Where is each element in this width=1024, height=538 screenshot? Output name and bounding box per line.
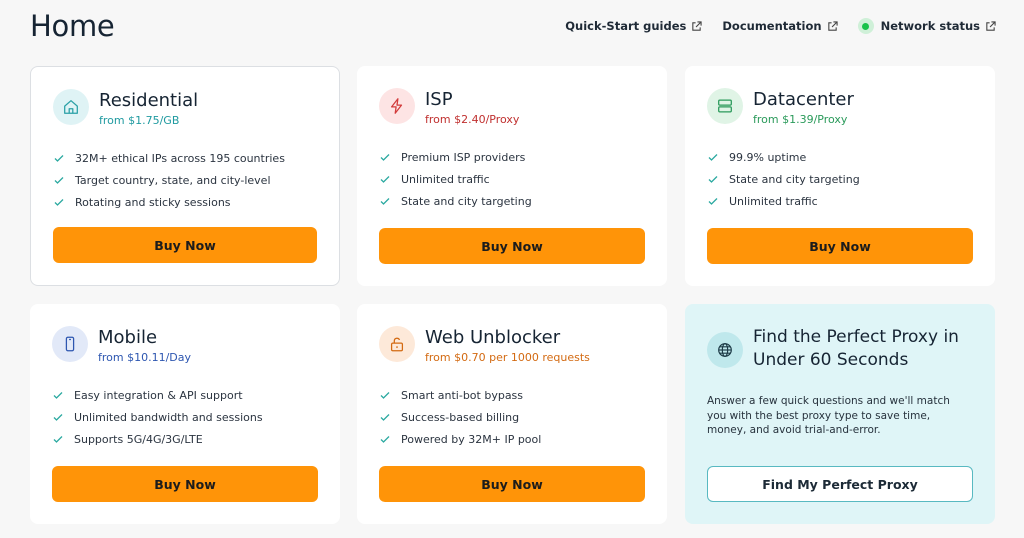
- page-header: Home Quick-Start guides Documentation Ne…: [30, 6, 996, 46]
- finder-title: Find the Perfect Proxy in Under 60 Secon…: [753, 327, 959, 370]
- card-title: Mobile: [98, 327, 158, 348]
- check-icon: [380, 176, 390, 183]
- list-item: Supports 5G/4G/3G/LTE: [52, 428, 318, 450]
- feature-list: Smart anti-bot bypass Success-based bill…: [379, 384, 645, 450]
- mobile-phone-icon-container: [52, 326, 88, 362]
- feature-list: Easy integration & API support Unlimited…: [52, 384, 318, 450]
- check-icon: [708, 154, 718, 161]
- quick-start-guides-label: Quick-Start guides: [565, 19, 687, 33]
- list-item: State and city targeting: [379, 190, 645, 212]
- check-icon: [380, 392, 390, 399]
- external-link-icon: [827, 20, 838, 31]
- check-icon: [708, 198, 718, 205]
- quick-start-guides-link[interactable]: Quick-Start guides: [565, 19, 703, 33]
- residential-buy-now-button[interactable]: Buy Now: [53, 227, 317, 263]
- residential-card: Residential from $1.75/GB 32M+ ethical I…: [30, 66, 340, 286]
- list-item: State and city targeting: [707, 168, 973, 190]
- unlock-icon-container: [379, 326, 415, 362]
- server-icon: [718, 99, 732, 113]
- lightning-icon-container: [379, 88, 415, 124]
- card-price: from $1.39/Proxy: [753, 113, 848, 126]
- documentation-link[interactable]: Documentation: [722, 19, 838, 33]
- list-item: Unlimited traffic: [707, 190, 973, 212]
- list-item: Premium ISP providers: [379, 146, 645, 168]
- mobile-card: Mobile from $10.11/Day Easy integration …: [30, 304, 340, 524]
- list-item: Smart anti-bot bypass: [379, 384, 645, 406]
- network-status-label: Network status: [880, 19, 980, 33]
- feature-list: 32M+ ethical IPs across 195 countries Ta…: [53, 147, 317, 213]
- check-icon: [54, 155, 64, 162]
- check-icon: [380, 198, 390, 205]
- external-link-icon: [986, 20, 996, 31]
- check-icon: [380, 436, 390, 443]
- mobile-buy-now-button[interactable]: Buy Now: [52, 466, 318, 502]
- find-my-perfect-proxy-button[interactable]: Find My Perfect Proxy: [707, 466, 973, 502]
- check-icon: [380, 154, 390, 161]
- datacenter-card: Datacenter from $1.39/Proxy 99.9% uptime…: [685, 66, 995, 286]
- isp-card: ISP from $2.40/Proxy Premium ISP provide…: [357, 66, 667, 286]
- network-status-link[interactable]: Network status: [857, 18, 996, 34]
- list-item: 99.9% uptime: [707, 146, 973, 168]
- check-icon: [54, 199, 64, 206]
- globe-icon-container: [707, 332, 743, 368]
- finder-description: Answer a few quick questions and we'll m…: [707, 395, 950, 436]
- documentation-label: Documentation: [722, 19, 822, 33]
- page-title: Home: [30, 9, 115, 43]
- external-link-icon: [692, 20, 703, 31]
- list-item: Easy integration & API support: [52, 384, 318, 406]
- list-item: 32M+ ethical IPs across 195 countries: [53, 147, 317, 169]
- lightning-icon: [390, 98, 403, 114]
- check-icon: [53, 414, 63, 421]
- globe-icon: [718, 343, 732, 357]
- card-title: Residential: [99, 90, 199, 111]
- check-icon: [708, 176, 718, 183]
- list-item: Rotating and sticky sessions: [53, 191, 317, 213]
- isp-buy-now-button[interactable]: Buy Now: [379, 228, 645, 264]
- check-icon: [53, 436, 63, 443]
- card-price: from $1.75/GB: [99, 114, 180, 127]
- card-price: from $0.70 per 1000 requests: [425, 351, 590, 364]
- card-price: from $2.40/Proxy: [425, 113, 520, 126]
- feature-list: Premium ISP providers Unlimited traffic …: [379, 146, 645, 212]
- check-icon: [380, 414, 390, 421]
- web-unblocker-buy-now-button[interactable]: Buy Now: [379, 466, 645, 502]
- card-title: ISP: [425, 89, 453, 110]
- proxy-finder-card: Find the Perfect Proxy in Under 60 Secon…: [685, 304, 995, 524]
- header-links: Quick-Start guides Documentation Network…: [565, 18, 996, 34]
- home-icon-container: [53, 89, 89, 125]
- mobile-phone-icon: [65, 336, 75, 352]
- check-icon: [54, 177, 64, 184]
- card-title: Datacenter: [753, 89, 854, 110]
- status-indicator-icon: [857, 18, 874, 34]
- card-title: Web Unblocker: [425, 327, 561, 348]
- datacenter-buy-now-button[interactable]: Buy Now: [707, 228, 973, 264]
- card-price: from $10.11/Day: [98, 351, 192, 364]
- list-item: Powered by 32M+ IP pool: [379, 428, 645, 450]
- server-icon-container: [707, 88, 743, 124]
- web-unblocker-card: Web Unblocker from $0.70 per 1000 reques…: [357, 304, 667, 524]
- check-icon: [53, 392, 63, 399]
- list-item: Target country, state, and city-level: [53, 169, 317, 191]
- list-item: Unlimited traffic: [379, 168, 645, 190]
- list-item: Success-based billing: [379, 406, 645, 428]
- feature-list: 99.9% uptime State and city targeting Un…: [707, 146, 973, 212]
- home-icon: [64, 100, 78, 114]
- unlock-icon: [390, 337, 404, 352]
- list-item: Unlimited bandwidth and sessions: [52, 406, 318, 428]
